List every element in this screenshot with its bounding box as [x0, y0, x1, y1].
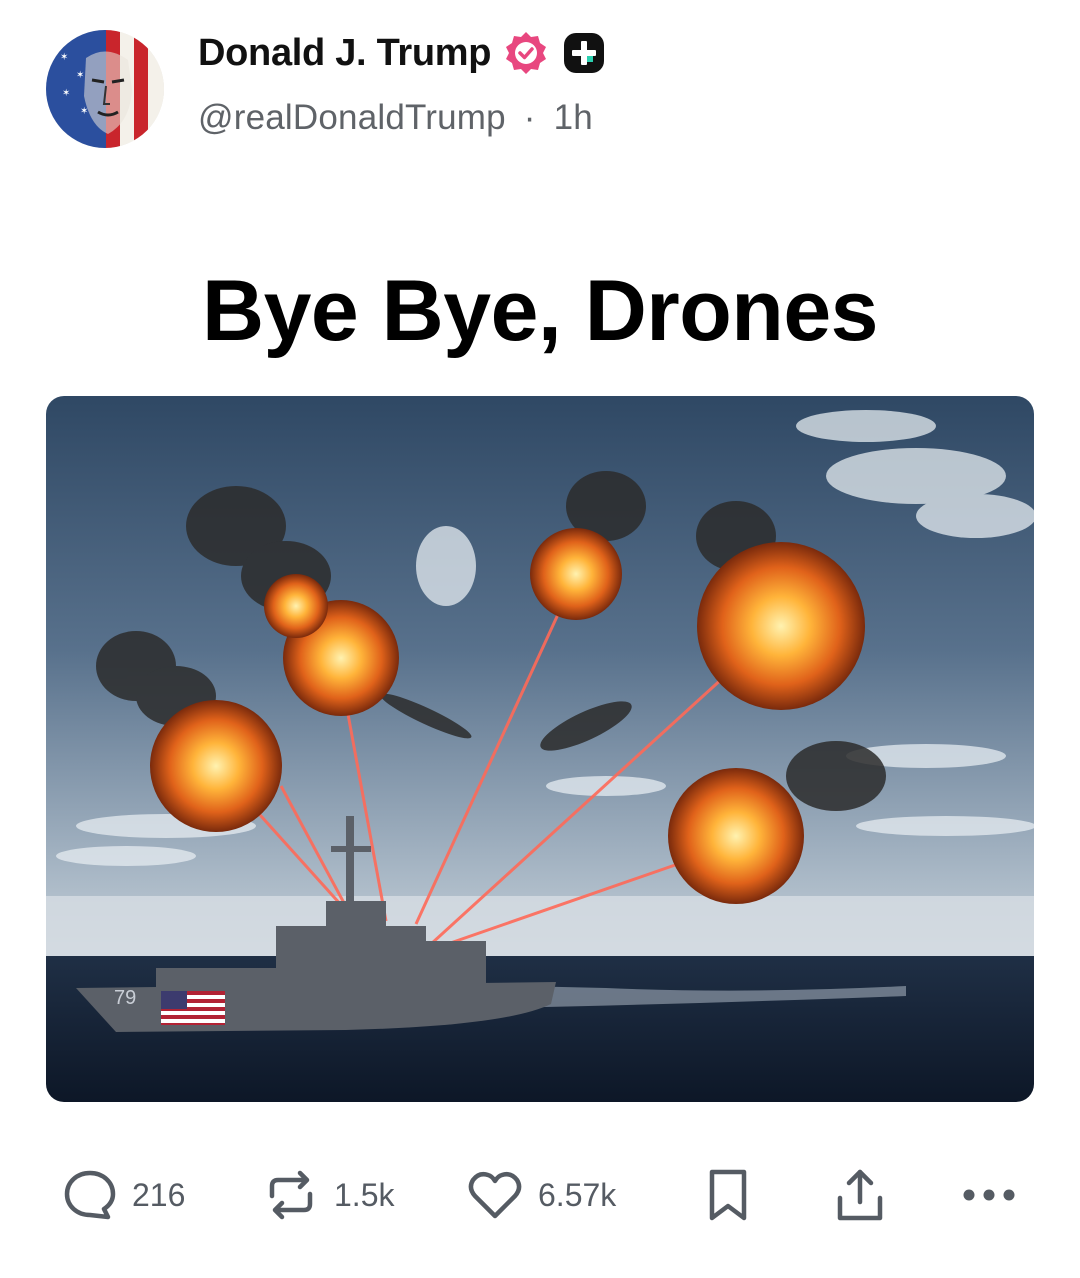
more-icon — [960, 1185, 1018, 1205]
action-bar: 216 1.5k 6.57k — [0, 1160, 1080, 1230]
svg-text:✶: ✶ — [62, 88, 70, 99]
avatar[interactable]: ✶ ✶ ✶ ✶ — [46, 30, 164, 148]
separator-dot: · — [523, 98, 536, 137]
like-count: 6.57k — [538, 1176, 617, 1213]
reply-count: 216 — [132, 1176, 186, 1213]
author-handle[interactable]: @realDonaldTrump — [198, 98, 506, 137]
repost-count: 1.5k — [334, 1176, 395, 1213]
reply-icon — [62, 1167, 118, 1223]
verified-badge-icon — [503, 30, 549, 76]
share-icon — [832, 1166, 888, 1224]
svg-text:✶: ✶ — [60, 52, 68, 63]
post-timestamp[interactable]: 1h — [554, 98, 593, 137]
post-image[interactable]: 79 — [46, 396, 1034, 1102]
handle-row: @realDonaldTrump · 1h — [198, 98, 593, 138]
author-name[interactable]: Donald J. Trump — [198, 32, 492, 75]
more-button[interactable] — [960, 1160, 1018, 1230]
share-button[interactable] — [832, 1160, 888, 1230]
bookmark-icon — [704, 1166, 752, 1224]
svg-text:✶: ✶ — [76, 70, 84, 81]
bookmark-button[interactable] — [704, 1160, 752, 1230]
ship-hull-number: 79 — [114, 987, 136, 1009]
post-headline: Bye Bye, Drones — [201, 263, 879, 359]
like-button[interactable]: 6.57k — [466, 1160, 616, 1230]
heart-icon — [466, 1166, 524, 1224]
reply-button[interactable]: 216 — [62, 1160, 185, 1230]
plus-badge-icon — [563, 32, 605, 74]
repost-button[interactable]: 1.5k — [262, 1160, 394, 1230]
author-row: Donald J. Trump — [198, 30, 605, 76]
repost-icon — [262, 1166, 320, 1224]
